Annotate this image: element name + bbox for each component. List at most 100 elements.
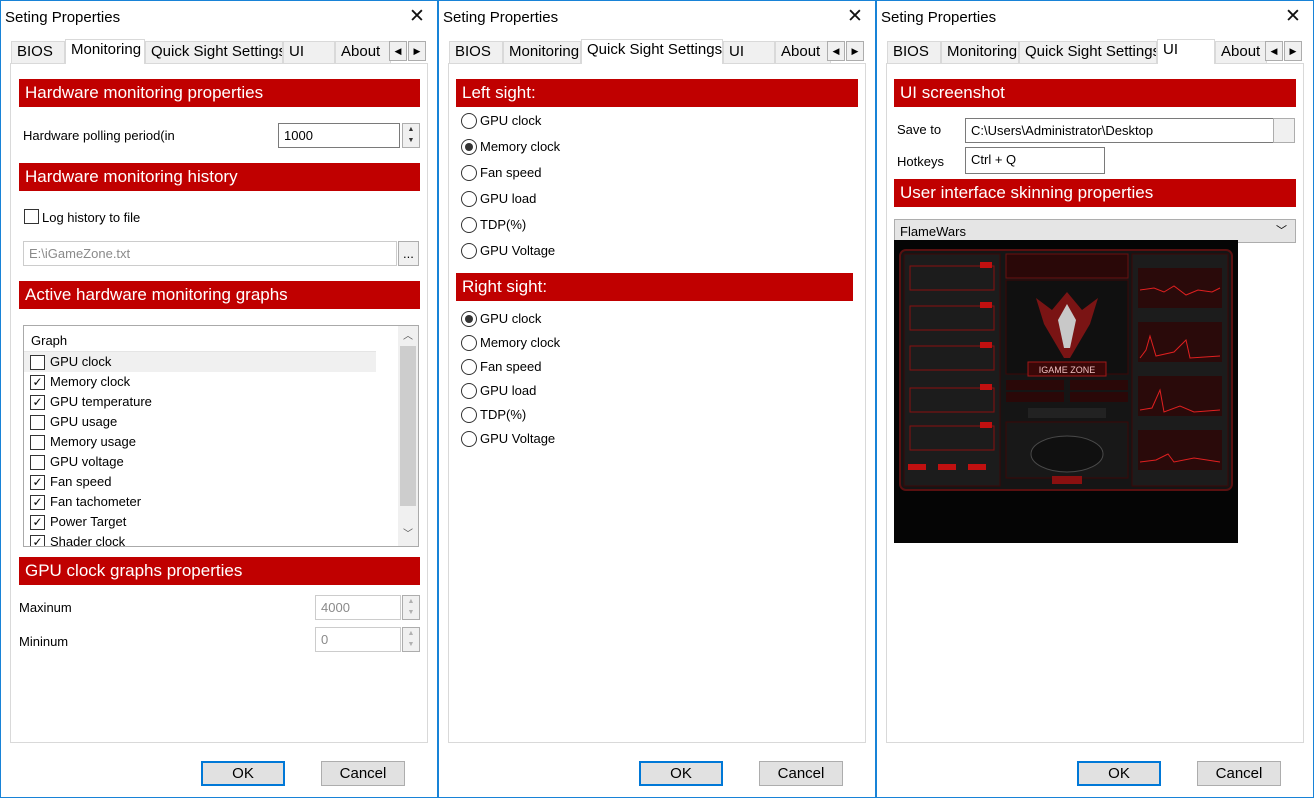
left-sight-radio[interactable] (461, 217, 477, 233)
graph-row[interactable]: ✓ Fan speed (24, 472, 376, 492)
tab-quick-sight-settings[interactable]: Quick Sight Settings (581, 39, 723, 64)
tab-quick-sight-settings[interactable]: Quick Sight Settings (1019, 41, 1157, 63)
graph-row[interactable]: ✓ Shader clock (24, 532, 376, 547)
scroll-up-icon[interactable]: ︿ (398, 328, 418, 345)
tab-about[interactable]: About (1215, 41, 1267, 63)
graph-row[interactable]: GPU usage (24, 412, 376, 432)
tab-scroll-left-icon[interactable]: ◀ (827, 41, 845, 61)
tab-monitoring[interactable]: Monitoring (65, 39, 145, 64)
close-icon[interactable]: ✕ (404, 5, 430, 29)
graph-label: Shader clock (50, 534, 126, 547)
polling-period-input[interactable]: 1000 (278, 123, 400, 148)
graph-checkbox[interactable]: ✓ (30, 475, 45, 490)
close-icon[interactable]: ✕ (842, 5, 868, 29)
left-sight-radio[interactable] (461, 243, 477, 259)
tab-ui[interactable]: UI (283, 41, 335, 63)
save-to-input[interactable]: C:\Users\Administrator\Desktop (965, 118, 1274, 143)
graph-row[interactable]: ✓ GPU temperature (24, 392, 376, 412)
graph-label: Memory usage (50, 434, 136, 449)
graph-row[interactable]: GPU clock (24, 352, 376, 372)
log-path-input[interactable]: E:\iGameZone.txt (23, 241, 397, 266)
tab-scroll-left-icon[interactable]: ◀ (1265, 41, 1283, 61)
right-sight-radio[interactable] (461, 311, 477, 327)
skin-preview-graphic: IGAME ZONE (894, 240, 1238, 543)
graph-label: GPU voltage (50, 454, 124, 469)
graph-list-scrollbar[interactable]: ︿ ﹀ (398, 326, 418, 546)
graph-label: Memory clock (50, 374, 131, 389)
graph-row[interactable]: Memory usage (24, 432, 376, 452)
minimum-input[interactable]: 0 (315, 627, 401, 652)
graph-checkbox[interactable]: ✓ (30, 535, 45, 546)
dialog-title: Seting Properties (5, 9, 121, 26)
close-icon[interactable]: ✕ (1280, 5, 1306, 29)
graph-checkbox[interactable]: ✓ (30, 395, 45, 410)
graph-row[interactable]: GPU voltage (24, 452, 376, 472)
spin-down-icon[interactable]: ▼ (403, 135, 419, 146)
tab-quick-sight-settings[interactable]: Quick Sight Settings (145, 41, 283, 63)
tab-bios[interactable]: BIOS (449, 41, 503, 63)
ok-button[interactable]: OK (201, 761, 285, 786)
spin-down-icon[interactable]: ▼ (403, 639, 419, 650)
tab-strip: BIOS Monitoring Quick Sight Settings UI … (449, 39, 869, 64)
tab-scroll-right-icon[interactable]: ▶ (846, 41, 864, 61)
spin-down-icon[interactable]: ▼ (403, 607, 419, 618)
graph-row[interactable]: ✓ Power Target (24, 512, 376, 532)
left-sight-option-label: GPU clock (480, 113, 542, 128)
tab-ui[interactable]: UI (1157, 39, 1215, 64)
ok-button[interactable]: OK (639, 761, 723, 786)
left-sight-radio[interactable] (461, 139, 477, 155)
maximum-stepper[interactable]: ▲ ▼ (402, 595, 420, 620)
right-sight-radio[interactable] (461, 407, 477, 423)
tab-monitoring[interactable]: Monitoring (503, 41, 581, 63)
settings-dialog-monitoring: Seting Properties ✕ BIOS Monitoring Quic… (0, 0, 438, 798)
left-sight-radio[interactable] (461, 165, 477, 181)
graph-checkbox[interactable] (30, 355, 45, 370)
graph-checkbox[interactable]: ✓ (30, 375, 45, 390)
graph-checkbox[interactable] (30, 435, 45, 450)
cancel-button[interactable]: Cancel (321, 761, 405, 786)
tab-bios[interactable]: BIOS (11, 41, 65, 63)
tab-monitoring[interactable]: Monitoring (941, 41, 1019, 63)
left-sight-radio[interactable] (461, 113, 477, 129)
graph-row[interactable]: ✓ Memory clock (24, 372, 376, 392)
graph-checkbox[interactable]: ✓ (30, 495, 45, 510)
tab-ui[interactable]: UI (723, 41, 775, 63)
log-history-checkbox[interactable] (24, 209, 39, 224)
spin-up-icon[interactable]: ▲ (403, 124, 419, 135)
maximum-input[interactable]: 4000 (315, 595, 401, 620)
save-to-label: Save to (897, 122, 942, 137)
polling-period-stepper[interactable]: ▲ ▼ (402, 123, 420, 148)
tab-bios[interactable]: BIOS (887, 41, 941, 63)
cancel-button[interactable]: Cancel (1197, 761, 1281, 786)
tab-strip: BIOS Monitoring Quick Sight Settings UI … (11, 39, 431, 64)
tab-about[interactable]: About (335, 41, 391, 63)
right-sight-radio[interactable] (461, 383, 477, 399)
tab-scroll-right-icon[interactable]: ▶ (1284, 41, 1302, 61)
right-sight-radio[interactable] (461, 335, 477, 351)
hotkeys-input[interactable]: Ctrl + Q (965, 147, 1105, 174)
graph-checkbox[interactable] (30, 415, 45, 430)
right-sight-option-label: GPU Voltage (480, 431, 556, 446)
save-to-browse-button[interactable] (1273, 118, 1295, 143)
left-sight-header: Left sight: (456, 79, 858, 107)
log-path-browse-button[interactable]: ... (398, 241, 419, 266)
spin-up-icon[interactable]: ▲ (403, 628, 419, 639)
right-sight-radio[interactable] (461, 359, 477, 375)
tab-scroll-right-icon[interactable]: ▶ (408, 41, 426, 61)
minimum-stepper[interactable]: ▲ ▼ (402, 627, 420, 652)
scroll-thumb[interactable] (400, 346, 416, 506)
dialog-title: Seting Properties (881, 9, 997, 26)
graph-checkbox[interactable] (30, 455, 45, 470)
polling-period-label: Hardware polling period(in (23, 128, 175, 143)
graph-row[interactable]: ✓ Fan tachometer (24, 492, 376, 512)
tab-about[interactable]: About (775, 41, 831, 63)
right-sight-radio[interactable] (461, 431, 477, 447)
graph-checkbox[interactable]: ✓ (30, 515, 45, 530)
cancel-button[interactable]: Cancel (759, 761, 843, 786)
left-sight-radio[interactable] (461, 191, 477, 207)
spin-up-icon[interactable]: ▲ (403, 596, 419, 607)
graph-list[interactable]: Graph GPU clock ✓ Memory clock ✓ GPU tempera… (23, 325, 419, 547)
scroll-down-icon[interactable]: ﹀ (398, 526, 418, 543)
ok-button[interactable]: OK (1077, 761, 1161, 786)
tab-scroll-left-icon[interactable]: ◀ (389, 41, 407, 61)
